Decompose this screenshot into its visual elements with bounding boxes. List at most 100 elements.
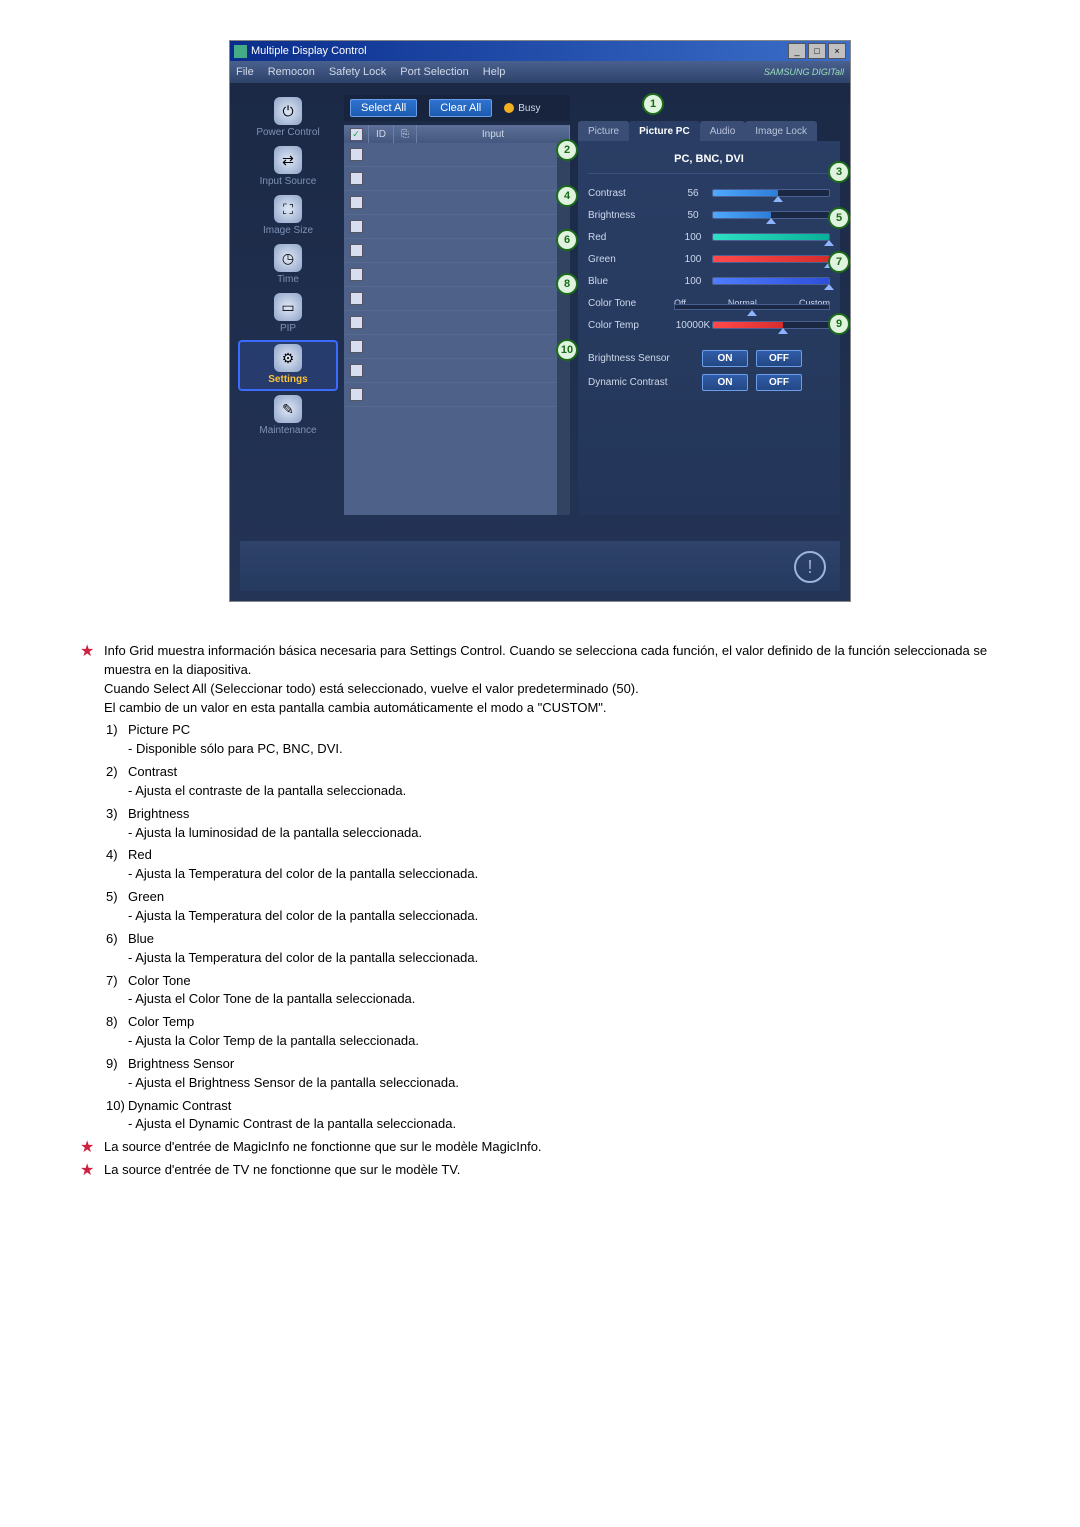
grid-toolbar: Select All Clear All Busy bbox=[344, 95, 570, 121]
brightness-row: Brightness 50 bbox=[588, 204, 830, 226]
minimize-button[interactable]: _ bbox=[788, 43, 806, 59]
item-sub: - Ajusta la Temperatura del color de la … bbox=[128, 949, 1000, 968]
color-temp-slider[interactable] bbox=[712, 321, 830, 329]
tab-audio[interactable]: Audio bbox=[700, 121, 746, 141]
brightness-slider[interactable] bbox=[712, 211, 830, 219]
item-sub: - Ajusta la Temperatura del color de la … bbox=[128, 865, 1000, 884]
grid-header: ID ⎘ Input bbox=[344, 125, 570, 143]
menu-file[interactable]: File bbox=[236, 66, 254, 78]
table-row[interactable] bbox=[344, 239, 570, 263]
red-slider[interactable] bbox=[712, 233, 830, 241]
dynamic-contrast-off-button[interactable]: OFF bbox=[756, 374, 802, 391]
table-row[interactable] bbox=[344, 383, 570, 407]
brightness-sensor-on-button[interactable]: ON bbox=[702, 350, 748, 367]
row-checkbox[interactable] bbox=[350, 148, 363, 161]
table-row[interactable] bbox=[344, 143, 570, 167]
blue-row: Blue 100 bbox=[588, 270, 830, 292]
row-checkbox[interactable] bbox=[350, 172, 363, 185]
item-title: Contrast bbox=[128, 763, 1000, 782]
sidebar-label: Time bbox=[277, 274, 299, 285]
menu-safety-lock[interactable]: Safety Lock bbox=[329, 66, 386, 78]
callout-10: 10 bbox=[556, 339, 578, 361]
row-checkbox[interactable] bbox=[350, 388, 363, 401]
list-item: 2)Contrast- Ajusta el contraste de la pa… bbox=[106, 763, 1000, 801]
callout-5: 5 bbox=[828, 207, 850, 229]
sidebar-item-time[interactable]: ◷ Time bbox=[240, 242, 336, 289]
sidebar-item-maintenance[interactable]: ✎ Maintenance bbox=[240, 393, 336, 440]
row-checkbox[interactable] bbox=[350, 340, 363, 353]
row-checkbox[interactable] bbox=[350, 244, 363, 257]
brightness-sensor-off-button[interactable]: OFF bbox=[756, 350, 802, 367]
sidebar-label: Settings bbox=[268, 374, 307, 385]
item-sub: - Disponible sólo para PC, BNC, DVI. bbox=[128, 740, 1000, 759]
menu-help[interactable]: Help bbox=[483, 66, 506, 78]
table-row[interactable] bbox=[344, 335, 570, 359]
busy-indicator: Busy bbox=[504, 103, 540, 114]
header-input[interactable]: Input bbox=[417, 125, 570, 143]
row-checkbox[interactable] bbox=[350, 364, 363, 377]
app-window: Multiple Display Control _ □ × File Remo… bbox=[229, 40, 851, 602]
row-checkbox[interactable] bbox=[350, 316, 363, 329]
sidebar-item-image-size[interactable]: ⛶ Image Size bbox=[240, 193, 336, 240]
table-row[interactable] bbox=[344, 311, 570, 335]
color-tone-slider[interactable]: Off Normal Custom bbox=[674, 298, 830, 308]
row-checkbox[interactable] bbox=[350, 268, 363, 281]
red-label: Red bbox=[588, 232, 674, 243]
item-number: 5) bbox=[106, 888, 128, 926]
numbered-list: 1)Picture PC- Disponible sólo para PC, B… bbox=[106, 721, 1000, 1134]
tab-picture[interactable]: Picture bbox=[578, 121, 629, 141]
row-checkbox[interactable] bbox=[350, 196, 363, 209]
busy-dot-icon bbox=[504, 103, 514, 113]
power-icon: ⏻ bbox=[274, 97, 302, 125]
clear-all-button[interactable]: Clear All bbox=[429, 99, 492, 117]
maximize-button[interactable]: □ bbox=[808, 43, 826, 59]
menu-remocon[interactable]: Remocon bbox=[268, 66, 315, 78]
sidebar-item-input-source[interactable]: ⇄ Input Source bbox=[240, 144, 336, 191]
table-row[interactable] bbox=[344, 287, 570, 311]
window-title: Multiple Display Control bbox=[251, 45, 367, 57]
header-status-icon[interactable]: ⎘ bbox=[394, 125, 417, 143]
pip-icon: ▭ bbox=[274, 293, 302, 321]
sidebar-item-pip[interactable]: ▭ PIP bbox=[240, 291, 336, 338]
dynamic-contrast-label: Dynamic Contrast bbox=[588, 377, 694, 388]
menu-port-selection[interactable]: Port Selection bbox=[400, 66, 468, 78]
green-value: 100 bbox=[674, 254, 712, 265]
sidebar-item-power-control[interactable]: ⏻ Power Control bbox=[240, 95, 336, 142]
blue-slider[interactable] bbox=[712, 277, 830, 285]
tab-image-lock[interactable]: Image Lock bbox=[745, 121, 817, 141]
header-id[interactable]: ID bbox=[369, 125, 394, 143]
blue-label: Blue bbox=[588, 276, 674, 287]
tab-picture-pc[interactable]: Picture PC bbox=[629, 121, 700, 141]
contrast-slider[interactable] bbox=[712, 189, 830, 197]
list-item: 3)Brightness- Ajusta la luminosidad de l… bbox=[106, 805, 1000, 843]
table-row[interactable] bbox=[344, 263, 570, 287]
green-row: Green 100 bbox=[588, 248, 830, 270]
titlebar: Multiple Display Control _ □ × bbox=[230, 41, 850, 61]
brand-label: SAMSUNG DIGITall bbox=[764, 67, 844, 77]
sidebar-item-settings[interactable]: ⚙ Settings bbox=[238, 340, 338, 391]
table-row[interactable] bbox=[344, 191, 570, 215]
item-sub: - Ajusta el contraste de la pantalla sel… bbox=[128, 782, 1000, 801]
dynamic-contrast-on-button[interactable]: ON bbox=[702, 374, 748, 391]
item-number: 2) bbox=[106, 763, 128, 801]
green-slider[interactable] bbox=[712, 255, 830, 263]
close-button[interactable]: × bbox=[828, 43, 846, 59]
time-icon: ◷ bbox=[274, 244, 302, 272]
select-all-button[interactable]: Select All bbox=[350, 99, 417, 117]
note-tv: ★ La source d'entrée de TV ne fonctionne… bbox=[80, 1161, 1000, 1180]
header-checkbox-cell[interactable] bbox=[344, 125, 369, 143]
table-row[interactable] bbox=[344, 359, 570, 383]
image-size-icon: ⛶ bbox=[274, 195, 302, 223]
table-row[interactable] bbox=[344, 215, 570, 239]
note-text: Info Grid muestra información básica nec… bbox=[104, 642, 1000, 680]
item-title: Color Temp bbox=[128, 1013, 1000, 1032]
row-checkbox[interactable] bbox=[350, 292, 363, 305]
color-tone-label: Color Tone bbox=[588, 298, 674, 309]
table-row[interactable] bbox=[344, 167, 570, 191]
maintenance-icon: ✎ bbox=[274, 395, 302, 423]
color-tone-row: Color Tone Off Normal Custom bbox=[588, 292, 830, 314]
color-temp-row: Color Temp 10000K bbox=[588, 314, 830, 336]
callout-8: 8 bbox=[556, 273, 578, 295]
input-source-icon: ⇄ bbox=[274, 146, 302, 174]
row-checkbox[interactable] bbox=[350, 220, 363, 233]
